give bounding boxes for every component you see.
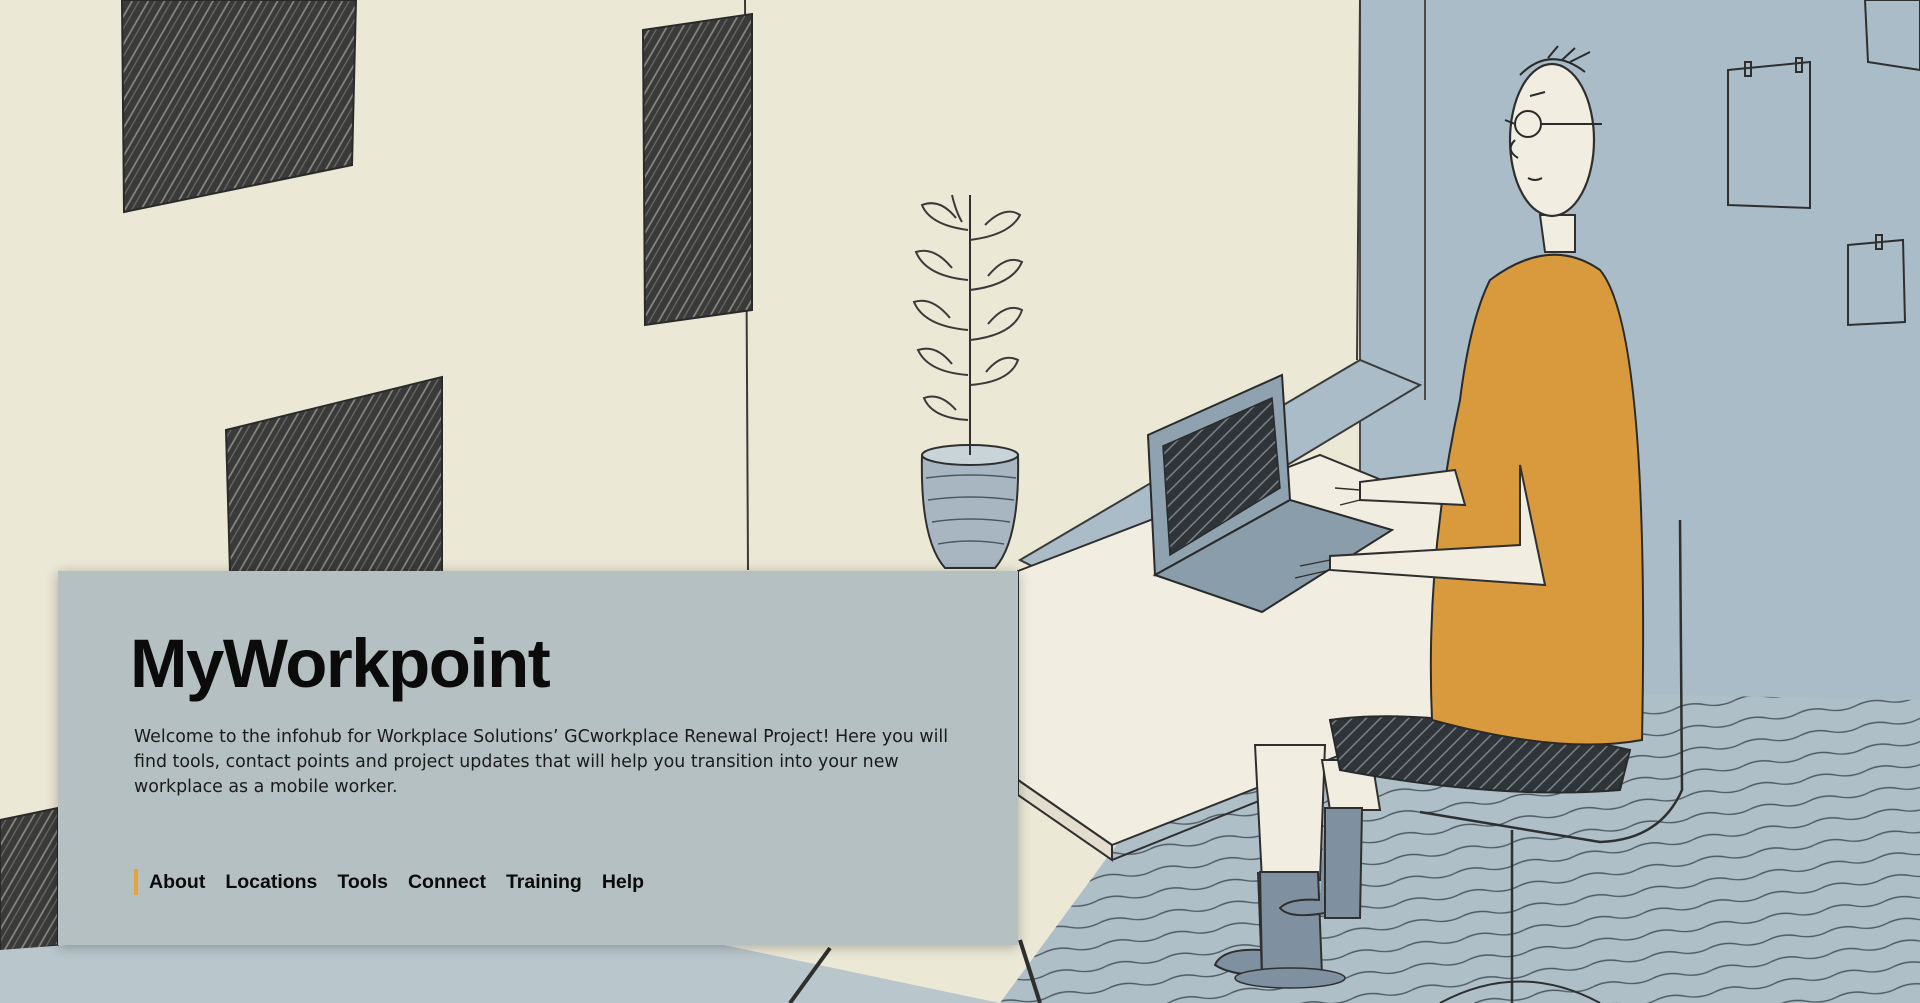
page-title: MyWorkpoint (130, 625, 551, 702)
nav-help[interactable]: Help (602, 871, 644, 894)
nav-accent-bar (134, 869, 138, 895)
nav-locations[interactable]: Locations (225, 871, 317, 894)
nav-training[interactable]: Training (506, 871, 582, 894)
intro-card: MyWorkpoint Welcome to the infohub for W… (58, 571, 1018, 945)
nav-tools[interactable]: Tools (337, 871, 388, 894)
intro-text: Welcome to the infohub for Workplace Sol… (134, 727, 949, 797)
nav-connect[interactable]: Connect (408, 871, 486, 894)
main-nav: About Locations Tools Connect Training H… (134, 869, 664, 895)
nav-about[interactable]: About (149, 871, 205, 894)
